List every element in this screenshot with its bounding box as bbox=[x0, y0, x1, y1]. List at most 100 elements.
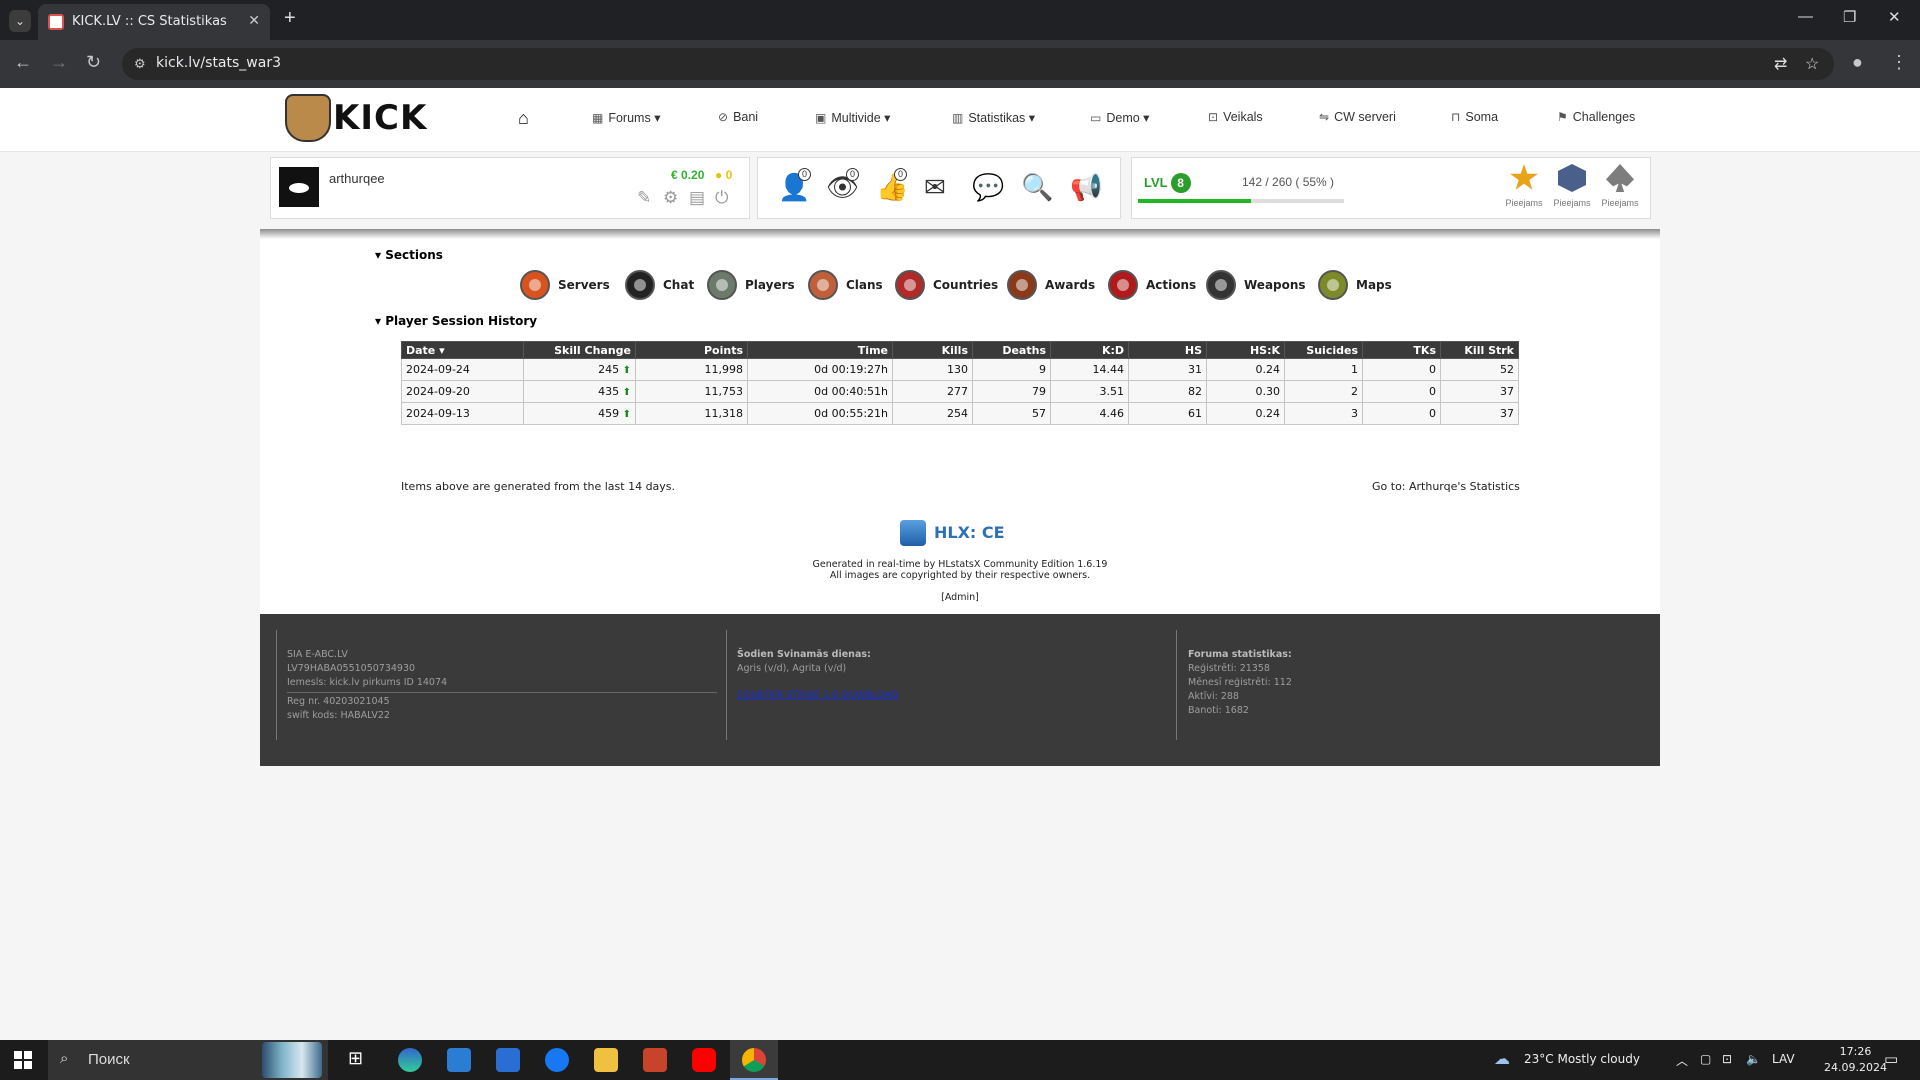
task-view-icon[interactable]: ⊞ bbox=[348, 1048, 372, 1072]
goto-statistics-link[interactable]: Go to: Arthurqe's Statistics bbox=[1372, 480, 1520, 493]
document-icon[interactable]: ▤ bbox=[689, 188, 705, 208]
col-points[interactable]: Points bbox=[635, 341, 748, 359]
nav-item-bani[interactable]: ⊘ Bani bbox=[718, 110, 758, 124]
logout-power-icon[interactable]: ⏻ bbox=[715, 188, 728, 208]
notifications-panel: 👤 0 👁 0 👍 0 ✉ 💬 🔍 📢 bbox=[757, 157, 1121, 219]
kick-logo[interactable]: KICK bbox=[285, 94, 430, 144]
mail-app-icon[interactable] bbox=[447, 1048, 471, 1072]
search-icon[interactable]: 🔍 bbox=[1021, 172, 1053, 203]
avatar[interactable] bbox=[279, 167, 319, 207]
history-heading[interactable]: Player Session History bbox=[375, 314, 537, 328]
cell-hs: 31 bbox=[1128, 358, 1207, 381]
edge-icon[interactable] bbox=[398, 1048, 422, 1072]
col-suicides[interactable]: Suicides bbox=[1284, 341, 1363, 359]
nav-item-statistikas[interactable]: ▥ Statistikas ▾ bbox=[952, 110, 1035, 125]
mail-icon[interactable]: ✉ bbox=[924, 172, 946, 203]
browser-tab[interactable]: KICK.LV :: CS Statistikas ✕ bbox=[38, 4, 270, 40]
reload-button[interactable]: ↻ bbox=[86, 52, 101, 73]
cell-tks: 0 bbox=[1362, 380, 1441, 403]
section-countries[interactable]: Countries bbox=[895, 270, 998, 300]
nav-item-demo[interactable]: ▭ Demo ▾ bbox=[1090, 110, 1149, 125]
sections-heading[interactable]: Sections bbox=[375, 248, 443, 262]
close-window-button[interactable]: ✕ bbox=[1888, 8, 1901, 26]
meet-icon[interactable]: ▢ bbox=[1700, 1052, 1711, 1066]
col-tks[interactable]: TKs bbox=[1362, 341, 1441, 359]
edit-icon[interactable]: ✎ bbox=[637, 188, 651, 208]
nav-item-cw-serveri[interactable]: ⇋ CW serveri bbox=[1319, 110, 1396, 124]
back-button[interactable]: ← bbox=[14, 52, 32, 73]
col-hsk[interactable]: HS:K bbox=[1206, 341, 1285, 359]
section-servers[interactable]: Servers bbox=[520, 270, 610, 300]
restore-button[interactable]: ❐ bbox=[1843, 8, 1856, 26]
achievement-3[interactable]: Pieejams bbox=[1598, 164, 1642, 208]
chat-bubble-icon[interactable]: 💬 bbox=[972, 172, 1004, 203]
nav-item-veikals[interactable]: ⊡ Veikals bbox=[1208, 110, 1263, 124]
minimize-button[interactable]: — bbox=[1798, 8, 1813, 25]
col-kd[interactable]: K:D bbox=[1050, 341, 1129, 359]
cell-kd: 3.51 bbox=[1050, 380, 1129, 403]
admin-link[interactable]: [Admin] bbox=[760, 592, 1160, 603]
copyright-text: All images are copyrighted by their resp… bbox=[829, 570, 1091, 581]
section-players[interactable]: Players bbox=[707, 270, 795, 300]
col-time[interactable]: Time bbox=[747, 341, 893, 359]
col-kills[interactable]: Kills bbox=[892, 341, 973, 359]
network-icon[interactable]: ⊡ bbox=[1722, 1052, 1732, 1066]
section-awards[interactable]: Awards bbox=[1007, 270, 1095, 300]
tv-icon: ▭ bbox=[1090, 111, 1102, 125]
footer-name-days: Šodien Svinamās dienas: Agris (v/d), Agr… bbox=[737, 649, 899, 701]
cs-download-link[interactable]: COUNTER STRIKE 1.6 DOWNLOAD bbox=[737, 690, 899, 701]
username[interactable]: arthurqee bbox=[329, 171, 385, 186]
translate-icon[interactable]: ⇄ bbox=[1774, 54, 1787, 74]
weather-cloud-icon[interactable]: ☁ bbox=[1494, 1049, 1510, 1068]
col-date[interactable]: Date ▾ bbox=[401, 341, 524, 359]
cell-hsk: 0.24 bbox=[1206, 358, 1285, 381]
footer-divider bbox=[287, 692, 717, 693]
weather-text[interactable]: 23°C Mostly cloudy bbox=[1524, 1052, 1640, 1066]
cell-deaths: 57 bbox=[972, 402, 1051, 425]
language-indicator[interactable]: LAV bbox=[1772, 1052, 1795, 1066]
section-clans[interactable]: Clans bbox=[808, 270, 883, 300]
taskbar-clock[interactable]: 17:26 24.09.2024 bbox=[1824, 1044, 1887, 1076]
nav-item-multivide[interactable]: ▣ Multivide ▾ bbox=[815, 110, 890, 125]
col-kill-streak[interactable]: Kill Strk bbox=[1440, 341, 1519, 359]
powerpoint-icon[interactable] bbox=[643, 1048, 667, 1072]
address-bar: ← → ↻ ⚙ kick.lv/stats_war3 ⇄ ☆ ● ⋮ bbox=[0, 40, 1920, 88]
new-tab-button[interactable]: + bbox=[284, 7, 296, 30]
nav-item-soma[interactable]: ⊓ Soma bbox=[1451, 110, 1498, 124]
taskbar-search[interactable]: ⌕ Поиск bbox=[48, 1040, 328, 1080]
home-icon[interactable]: ⌂ bbox=[518, 108, 529, 129]
section-chat[interactable]: Chat bbox=[625, 270, 694, 300]
store-icon[interactable] bbox=[496, 1048, 520, 1072]
settings-gear-icon[interactable]: ⚙ bbox=[663, 188, 678, 208]
windows-start-icon[interactable] bbox=[14, 1051, 32, 1069]
chrome-taskbar-active[interactable] bbox=[730, 1040, 778, 1080]
nav-item-forums[interactable]: ▦ Forums ▾ bbox=[592, 110, 660, 125]
achievement-1[interactable]: Pieejams bbox=[1502, 164, 1546, 208]
megaphone-icon[interactable]: 📢 bbox=[1070, 172, 1102, 203]
col-hs[interactable]: HS bbox=[1128, 341, 1207, 359]
url-field[interactable]: ⚙ kick.lv/stats_war3 ⇄ ☆ bbox=[122, 48, 1834, 80]
nav-item-challenges[interactable]: ⚑ Challenges bbox=[1557, 110, 1635, 124]
facebook-icon[interactable] bbox=[545, 1048, 569, 1072]
section-actions[interactable]: Actions bbox=[1108, 270, 1196, 300]
achievement-2[interactable]: Pieejams bbox=[1550, 164, 1594, 208]
section-maps[interactable]: Maps bbox=[1318, 270, 1392, 300]
youtube-icon[interactable] bbox=[692, 1048, 716, 1072]
forward-button[interactable]: → bbox=[50, 52, 68, 73]
tray-chevron-icon[interactable]: ︿ bbox=[1676, 1052, 1688, 1069]
url-text: kick.lv/stats_war3 bbox=[156, 55, 281, 71]
tab-search-button[interactable]: ⌄ bbox=[9, 10, 31, 32]
profile-icon[interactable]: ● bbox=[1852, 52, 1863, 73]
cell-time: 0d 00:40:51h bbox=[747, 380, 893, 403]
volume-icon[interactable]: 🔈 bbox=[1746, 1052, 1761, 1066]
site-info-icon[interactable]: ⚙ bbox=[134, 56, 146, 72]
bookmark-star-icon[interactable]: ☆ bbox=[1805, 54, 1819, 74]
file-explorer-icon[interactable] bbox=[594, 1048, 618, 1072]
browser-menu-icon[interactable]: ⋮ bbox=[1890, 52, 1908, 73]
col-skill-change[interactable]: Skill Change bbox=[523, 341, 636, 359]
notifications-icon[interactable]: ▭ bbox=[1884, 1050, 1898, 1068]
section-weapons[interactable]: Weapons bbox=[1206, 270, 1306, 300]
hlx-ce-logo[interactable]: HLX: CE bbox=[900, 520, 1012, 546]
close-tab-icon[interactable]: ✕ bbox=[248, 12, 260, 29]
col-deaths[interactable]: Deaths bbox=[972, 341, 1051, 359]
